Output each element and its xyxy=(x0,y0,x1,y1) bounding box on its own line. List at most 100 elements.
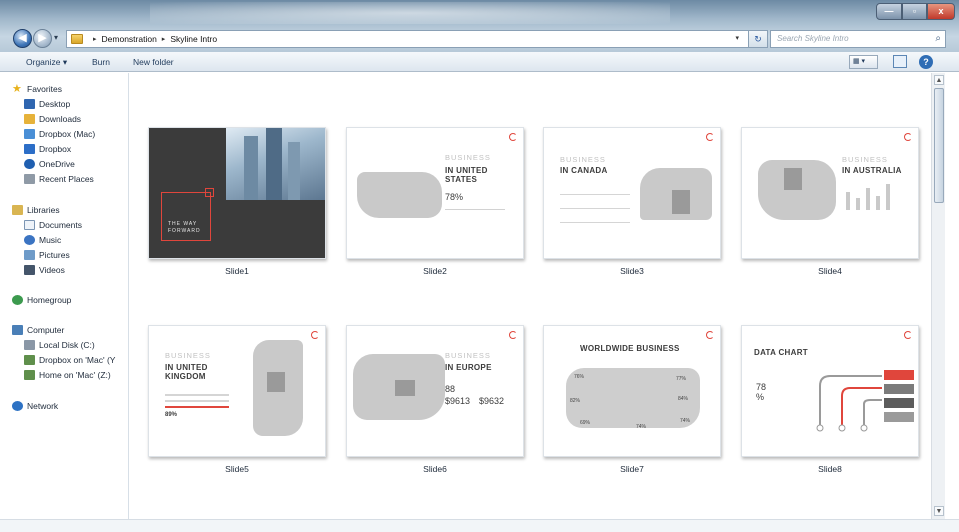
libraries-icon xyxy=(12,204,23,215)
nav-label: Dropbox xyxy=(39,143,72,154)
vertical-scrollbar[interactable]: ▲ ▼ xyxy=(931,73,945,520)
file-thumbnail-slide3[interactable]: BUSINESS IN CANADA xyxy=(543,127,721,259)
map-stat: 76% xyxy=(574,374,585,380)
slide-stat-unit: % xyxy=(756,392,765,402)
scroll-thumb[interactable] xyxy=(934,88,944,203)
scroll-up-arrow-icon[interactable]: ▲ xyxy=(934,75,944,85)
file-name-label[interactable]: Slide1 xyxy=(148,266,326,276)
data-chart-graphic xyxy=(816,370,914,432)
uk-map-region xyxy=(267,372,285,392)
scroll-down-arrow-icon[interactable]: ▼ xyxy=(934,506,944,516)
pictures-icon xyxy=(24,249,35,260)
nav-favorites[interactable]: ★ Favorites xyxy=(12,82,62,95)
nav-item-recent-places[interactable]: Recent Places xyxy=(24,172,94,185)
nav-item-local-disk[interactable]: Local Disk (C:) xyxy=(24,338,95,351)
nav-homegroup[interactable]: Homegroup xyxy=(12,293,71,306)
nav-label: Local Disk (C:) xyxy=(39,339,95,350)
breadcrumb-demonstration[interactable]: Demonstration xyxy=(102,34,157,44)
slide-stat: 78% xyxy=(445,192,464,202)
window-titlebar: — ▫ x ◀ ▶ ▾ ▸ Demonstration ▸ Skyline In… xyxy=(0,0,959,52)
file-name-label[interactable]: Slide6 xyxy=(346,464,524,474)
minimize-button[interactable]: — xyxy=(876,3,902,20)
music-icon xyxy=(24,234,35,245)
organize-button[interactable]: Organize ▾ xyxy=(26,57,67,68)
progress-row xyxy=(165,394,229,396)
bottom-edge xyxy=(0,519,959,532)
new-folder-button[interactable]: New folder xyxy=(133,57,174,67)
slide-heading: IN UNITED KINGDOM xyxy=(165,363,208,381)
dropbox-folder-icon xyxy=(24,128,35,139)
chart-bar xyxy=(876,196,880,210)
nav-label: Recent Places xyxy=(39,173,94,184)
slide-stat: $9613 xyxy=(445,396,471,406)
recent-pages-dropdown[interactable]: ▾ xyxy=(54,33,58,42)
breadcrumb-skyline-intro[interactable]: Skyline Intro xyxy=(170,34,217,44)
back-button[interactable]: ◀ xyxy=(13,29,32,48)
nav-item-onedrive[interactable]: OneDrive xyxy=(24,157,75,170)
nav-label: Music xyxy=(39,234,62,245)
close-button[interactable]: x xyxy=(927,3,955,20)
nav-label: Computer xyxy=(27,324,65,335)
nav-item-downloads[interactable]: Downloads xyxy=(24,112,81,125)
nav-label: Dropbox on 'Mac' (Y xyxy=(39,354,116,365)
search-icon[interactable]: ⌕ xyxy=(935,33,941,44)
file-thumbnail-slide7[interactable]: WORLDWIDE BUSINESS 76% 82% 69% 77% 84% 7… xyxy=(543,325,721,457)
file-thumbnail-slide6[interactable]: BUSINESS IN EUROPE 88 $9613 $9632 xyxy=(346,325,524,457)
legend-line xyxy=(445,209,505,215)
preview-pane-button[interactable] xyxy=(893,55,907,68)
nav-label: Pictures xyxy=(39,249,70,260)
logo-icon xyxy=(904,133,912,141)
map-stat: 69% xyxy=(580,420,591,426)
refresh-button[interactable]: ↻ xyxy=(748,30,768,48)
slide-heading-light: BUSINESS xyxy=(560,155,606,164)
file-name-label[interactable]: Slide8 xyxy=(741,464,919,474)
nav-libraries[interactable]: Libraries xyxy=(12,203,60,216)
file-name-label[interactable]: Slide4 xyxy=(741,266,919,276)
file-thumbnail-slide2[interactable]: BUSINESS IN UNITED STATES 78% xyxy=(346,127,524,259)
nav-item-documents[interactable]: Documents xyxy=(24,218,82,231)
nav-item-dropbox-mac[interactable]: Dropbox (Mac) xyxy=(24,127,95,140)
file-thumbnail-slide1[interactable]: THE WAY FORWARD xyxy=(148,127,326,259)
file-name-label[interactable]: Slide3 xyxy=(543,266,721,276)
chart-bar xyxy=(886,184,890,210)
help-icon[interactable]: ? xyxy=(919,55,933,69)
nav-item-music[interactable]: Music xyxy=(24,233,61,246)
search-input[interactable]: Search Skyline Intro ⌕ xyxy=(770,30,946,48)
nav-item-home-on-mac[interactable]: Home on 'Mac' (Z:) xyxy=(24,368,111,381)
address-dropdown-icon[interactable]: ▾ xyxy=(735,34,739,42)
slide-heading: DATA CHART xyxy=(754,348,808,357)
nav-network[interactable]: Network xyxy=(12,399,58,412)
nav-computer[interactable]: Computer xyxy=(12,323,64,336)
file-thumbnail-slide5[interactable]: BUSINESS IN UNITED KINGDOM 89% xyxy=(148,325,326,457)
map-stat: 77% xyxy=(676,376,687,382)
navigation-pane: ★ Favorites Desktop Downloads Dropbox (M… xyxy=(0,73,129,532)
local-disk-icon xyxy=(24,339,35,350)
nav-item-pictures[interactable]: Pictures xyxy=(24,248,70,261)
file-name-label[interactable]: Slide2 xyxy=(346,266,524,276)
nav-item-videos[interactable]: Videos xyxy=(24,263,65,276)
address-bar[interactable]: ▸ Demonstration ▸ Skyline Intro ▾ xyxy=(66,30,766,48)
slide-heading-light: BUSINESS xyxy=(445,153,491,162)
file-thumbnail-slide4[interactable]: BUSINESS IN AUSTRALIA xyxy=(741,127,919,259)
file-thumbnail-slide8[interactable]: DATA CHART 78 % xyxy=(741,325,919,457)
star-icon: ★ xyxy=(12,82,22,95)
burn-button[interactable]: Burn xyxy=(92,57,110,67)
nav-item-dropbox-on-mac[interactable]: Dropbox on 'Mac' (Y xyxy=(24,353,115,366)
network-drive-icon xyxy=(24,354,35,365)
homegroup-icon xyxy=(12,294,23,305)
nav-item-dropbox[interactable]: Dropbox xyxy=(24,142,71,155)
nav-item-desktop[interactable]: Desktop xyxy=(24,97,70,110)
maximize-button[interactable]: ▫ xyxy=(902,3,927,20)
slide-title-line1: THE WAY xyxy=(168,221,198,227)
file-name-label[interactable]: Slide5 xyxy=(148,464,326,474)
progress-row xyxy=(165,400,229,402)
file-name-label[interactable]: Slide7 xyxy=(543,464,721,474)
breadcrumb-separator[interactable]: ▸ xyxy=(162,35,166,43)
breadcrumb-separator[interactable]: ▸ xyxy=(93,35,97,43)
file-list: THE WAY FORWARD Slide1 BUSINESS IN UNITE… xyxy=(130,73,930,532)
forward-button[interactable]: ▶ xyxy=(33,29,52,48)
nav-label: OneDrive xyxy=(39,158,75,169)
chart-bar xyxy=(846,192,850,210)
folder-icon xyxy=(71,34,83,44)
change-view-button[interactable]: ▦ ▾ xyxy=(849,55,878,69)
